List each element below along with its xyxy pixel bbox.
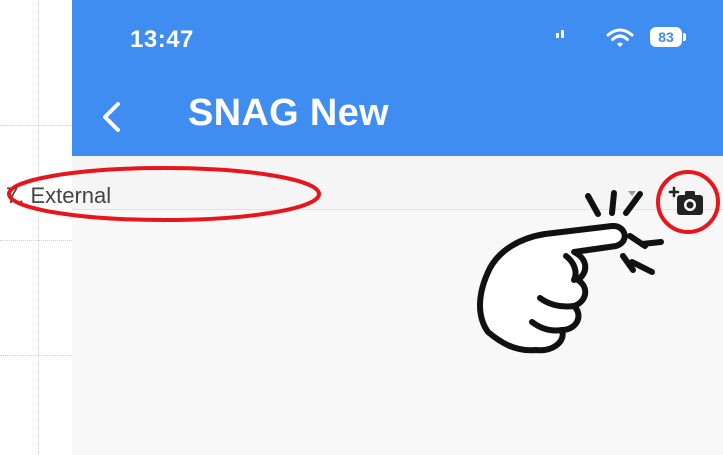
navigation-bar: SNAG New bbox=[72, 78, 723, 156]
status-bar: 13:47 83 bbox=[72, 0, 723, 78]
guide-line bbox=[0, 125, 72, 126]
back-button[interactable] bbox=[92, 92, 136, 142]
phone-screen: 13:47 83 SNAG New bbox=[72, 0, 723, 455]
battery-level: 83 bbox=[658, 29, 674, 45]
add-photo-button[interactable] bbox=[668, 184, 708, 220]
status-time: 13:47 bbox=[130, 26, 194, 53]
wifi-icon bbox=[606, 28, 634, 47]
chevron-left-icon bbox=[103, 102, 120, 132]
dropdown-arrow-icon[interactable] bbox=[628, 191, 636, 196]
page-title: SNAG New bbox=[188, 92, 389, 134]
section-row[interactable] bbox=[72, 156, 723, 210]
guide-line bbox=[0, 240, 72, 241]
battery-icon: 83 bbox=[650, 27, 686, 47]
section-label: 7. External bbox=[6, 183, 112, 208]
add-photo-camera-icon bbox=[668, 186, 703, 215]
guide-line bbox=[38, 0, 39, 455]
guide-line bbox=[0, 355, 72, 356]
content-area bbox=[72, 210, 723, 455]
